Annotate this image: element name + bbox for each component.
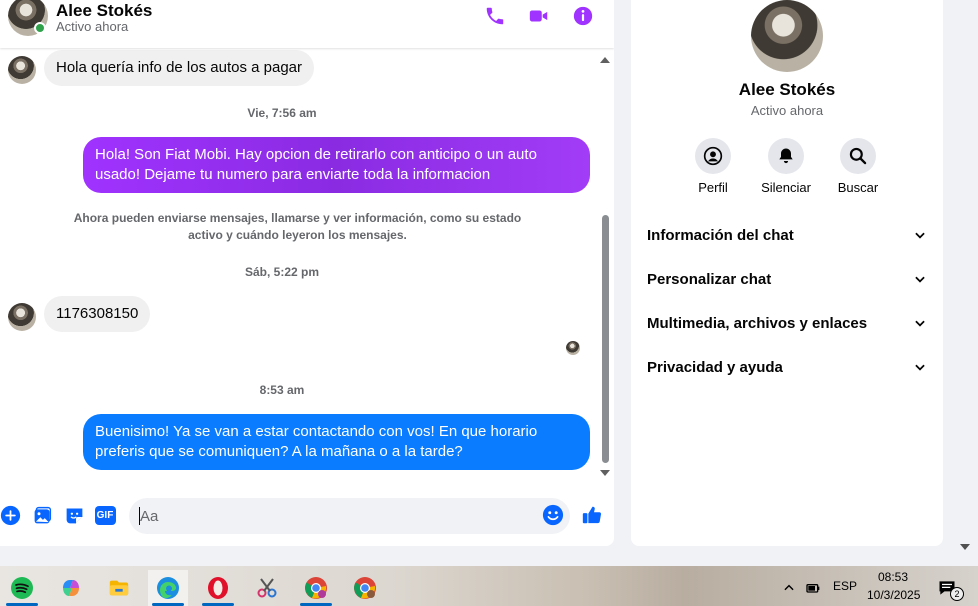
scissors-icon: [257, 578, 277, 598]
tray-clock-date[interactable]: 10/3/2025: [867, 588, 920, 602]
image-icon: [34, 506, 51, 523]
phone-icon: [486, 7, 504, 25]
info-icon: [573, 6, 593, 26]
taskbar-chrome-2[interactable]: [345, 570, 385, 606]
page-scroll-down-arrow-icon[interactable]: [960, 544, 970, 550]
taskbar-spotify[interactable]: [2, 570, 42, 606]
section-media-files-links[interactable]: Multimedia, archivos y enlaces: [639, 301, 935, 345]
scroll-down-arrow-icon[interactable]: [600, 470, 610, 476]
text-cursor: [139, 507, 140, 525]
thumbs-up-icon: [582, 506, 602, 524]
gif-icon: GIF: [94, 505, 116, 525]
search-button[interactable]: Buscar: [823, 138, 893, 195]
bell-icon: [779, 148, 793, 164]
tray-notifications[interactable]: 2: [930, 570, 964, 606]
edge-browser-icon: [157, 577, 179, 599]
taskbar-file-explorer[interactable]: [99, 570, 139, 606]
chevron-down-icon: [915, 364, 925, 371]
action-label: Silenciar: [761, 180, 811, 195]
gif-button[interactable]: GIF: [94, 504, 116, 526]
chevron-down-icon: [915, 276, 925, 283]
sticker-icon: [66, 508, 82, 523]
timestamp: Vie, 7:56 am: [247, 106, 317, 120]
message-list: Hola quería info de los autos a pagar Vi…: [0, 48, 598, 488]
plus-circle-icon: [0, 505, 20, 525]
tray-language[interactable]: ESP: [833, 579, 857, 593]
video-call-button[interactable]: [527, 4, 551, 28]
profile-button[interactable]: Perfil: [678, 138, 748, 195]
contact-avatar-small[interactable]: [8, 303, 36, 331]
more-actions-button[interactable]: [0, 504, 21, 526]
phone-call-button[interactable]: [483, 4, 507, 28]
section-chat-info[interactable]: Información del chat: [639, 213, 935, 257]
profile-status: Activo ahora: [750, 103, 824, 118]
conversation-info-panel: Alee Stokés Activo ahora Perfil Silencia…: [631, 0, 943, 546]
smiley-icon: [542, 504, 564, 526]
taskbar-chrome-1[interactable]: [296, 570, 336, 606]
mute-button[interactable]: Silenciar: [751, 138, 821, 195]
copilot-icon: [63, 580, 79, 596]
taskbar-snipping-tool[interactable]: [247, 570, 287, 606]
tray-battery-network[interactable]: [802, 570, 824, 606]
chevron-down-icon: [915, 232, 925, 239]
taskbar-opera[interactable]: [198, 570, 238, 606]
video-camera-icon: [529, 10, 548, 22]
chrome-icon: [354, 577, 376, 599]
section-label: Multimedia, archivos y enlaces: [647, 314, 868, 332]
spotify-icon: [11, 577, 33, 599]
profile-icon: [703, 146, 723, 166]
chat-header: Alee Stokés Activo ahora: [0, 0, 614, 48]
timestamp: Sáb, 5:22 pm: [244, 265, 320, 279]
profile-avatar-large[interactable]: [751, 0, 823, 72]
online-indicator: [34, 22, 46, 34]
chat-notice: Ahora pueden enviarse mensajes, llamarse…: [73, 211, 522, 242]
message-outgoing[interactable]: Buenisimo! Ya se van a estar contactando…: [83, 414, 590, 470]
attach-photo-button[interactable]: [31, 504, 53, 526]
windows-taskbar: ESP 08:53 10/3/2025 2: [0, 566, 978, 606]
taskbar-edge[interactable]: [148, 570, 188, 606]
folder-icon: [109, 580, 129, 596]
chevron-down-icon: [915, 320, 925, 327]
search-icon: [849, 147, 867, 165]
taskbar-copilot[interactable]: [51, 570, 91, 606]
tray-show-hidden-icons[interactable]: [779, 570, 799, 606]
battery-icon: [806, 584, 820, 593]
contact-avatar-small[interactable]: [8, 56, 36, 84]
section-privacy-help[interactable]: Privacidad y ayuda: [639, 345, 935, 389]
chat-panel: Alee Stokés Activo ahora Hola quería inf…: [0, 0, 614, 546]
tray-clock-time[interactable]: 08:53: [878, 570, 908, 584]
message-incoming[interactable]: Hola quería info de los autos a pagar: [44, 50, 314, 86]
section-label: Privacidad y ayuda: [647, 358, 783, 376]
chrome-icon: [305, 577, 327, 599]
section-label: Personalizar chat: [647, 270, 772, 288]
emoji-button[interactable]: [542, 504, 564, 526]
section-label: Información del chat: [647, 226, 794, 244]
message-scrollbar[interactable]: [598, 52, 612, 482]
chevron-up-icon: [784, 584, 794, 591]
composer: GIF: [0, 496, 614, 536]
section-customize-chat[interactable]: Personalizar chat: [639, 257, 935, 301]
action-label: Buscar: [837, 180, 879, 195]
scroll-up-arrow-icon[interactable]: [600, 57, 610, 63]
opera-icon: [208, 577, 228, 599]
seen-indicator-avatar: [566, 341, 580, 355]
action-label: Perfil: [698, 180, 728, 195]
message-outgoing[interactable]: Hola! Son Fiat Mobi. Hay opcion de retir…: [83, 137, 590, 193]
message-incoming[interactable]: 1176308150: [44, 296, 151, 332]
timestamp: 8:53 am: [259, 383, 305, 397]
profile-name: Alee Stokés: [738, 80, 836, 99]
conversation-info-button[interactable]: [571, 4, 595, 28]
notification-count-badge: 2: [950, 587, 964, 601]
contact-status: Activo ahora: [56, 19, 129, 34]
contact-name[interactable]: Alee Stokés: [56, 1, 152, 21]
scroll-thumb[interactable]: [602, 215, 609, 463]
like-button[interactable]: [581, 504, 603, 526]
sticker-button[interactable]: [63, 504, 85, 526]
message-input[interactable]: [129, 498, 570, 534]
